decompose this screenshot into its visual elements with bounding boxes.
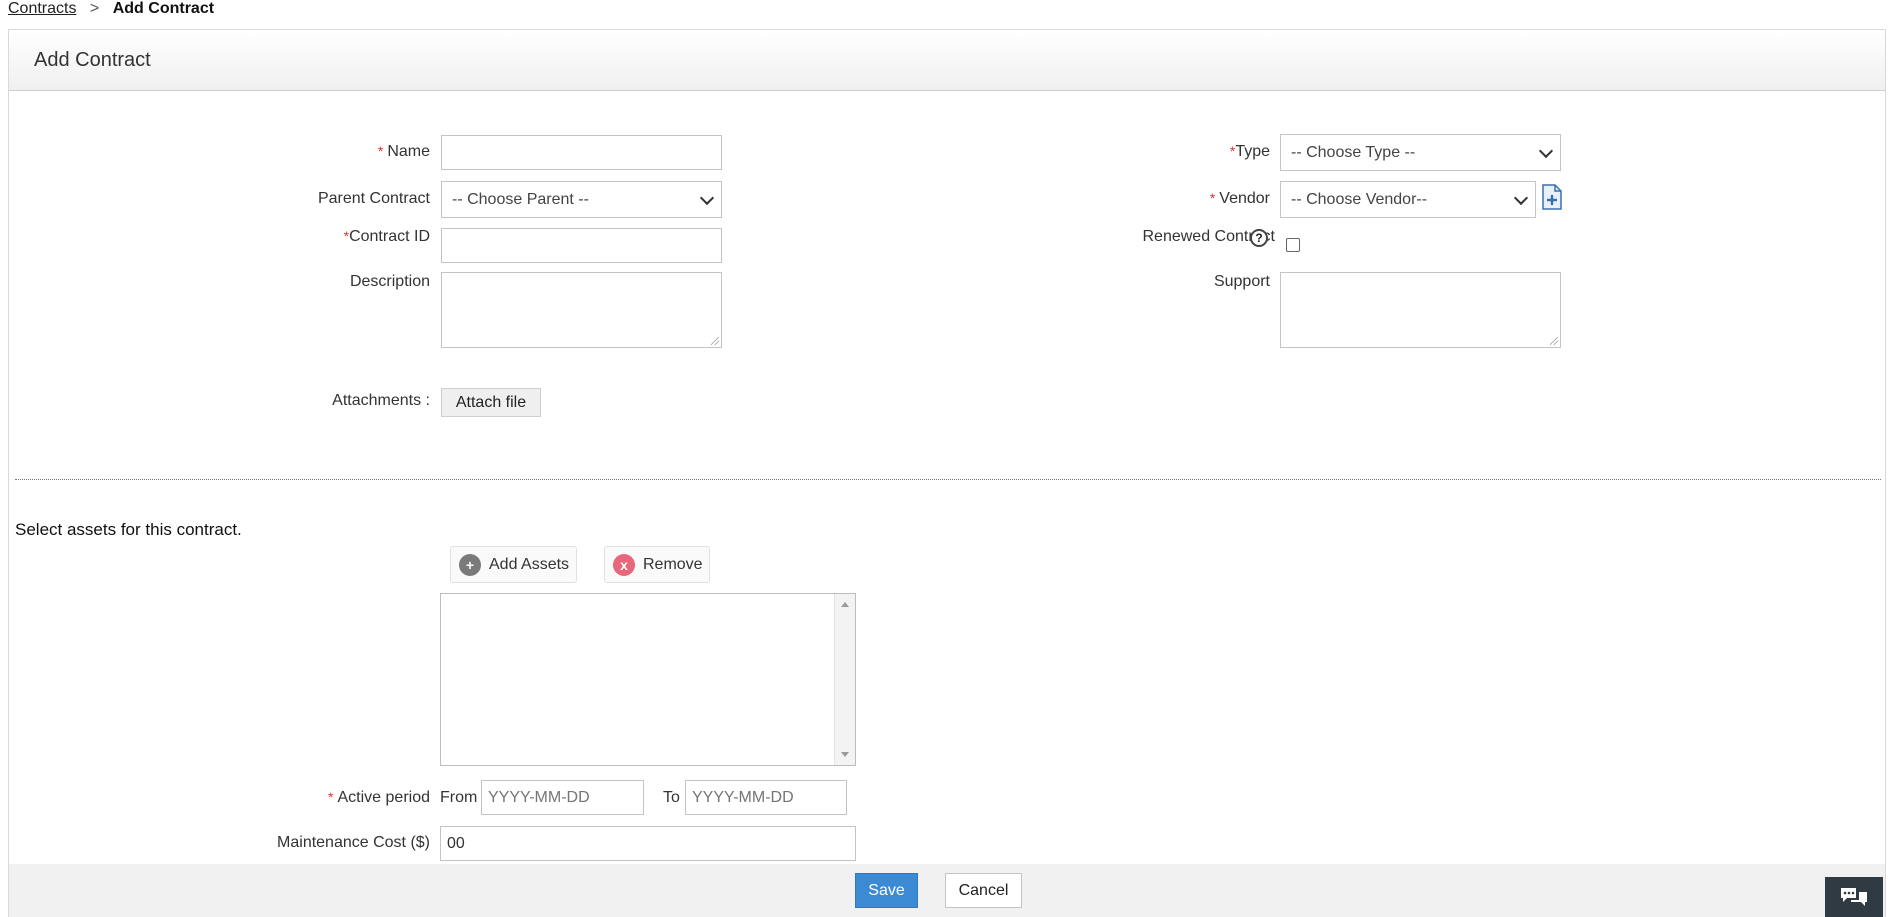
- resize-handle-icon[interactable]: [711, 337, 719, 345]
- breadcrumb-current: Add Contract: [112, 0, 215, 17]
- description-label: Description: [349, 273, 430, 290]
- breadcrumb-contracts-link[interactable]: Contracts: [8, 0, 76, 17]
- add-assets-label: Add Assets: [489, 555, 570, 573]
- scroll-down-icon[interactable]: [841, 752, 849, 757]
- cancel-button[interactable]: Cancel: [945, 873, 1022, 908]
- vendor-select[interactable]: -- Choose Vendor--: [1280, 181, 1536, 218]
- chat-icon[interactable]: [1825, 877, 1883, 917]
- attachments-label: Attachments :: [332, 392, 430, 409]
- required-marker: *: [377, 143, 384, 159]
- assets-listbox[interactable]: [440, 593, 856, 766]
- remove-label: Remove: [643, 555, 703, 573]
- contract-id-label: *Contract ID: [343, 228, 430, 245]
- remove-icon: x: [613, 553, 635, 576]
- name-input[interactable]: [441, 135, 722, 170]
- maintenance-cost-label: Maintenance Cost ($): [277, 834, 430, 851]
- remove-assets-button[interactable]: x Remove: [604, 546, 710, 583]
- resize-handle-icon[interactable]: [1550, 337, 1558, 345]
- breadcrumb-separator: >: [89, 0, 100, 17]
- scroll-up-icon[interactable]: [841, 602, 849, 607]
- maintenance-cost-input[interactable]: [440, 826, 856, 861]
- chevron-down-icon: [699, 190, 715, 205]
- from-label: From: [440, 789, 478, 806]
- plus-icon: +: [459, 553, 481, 576]
- from-date-input[interactable]: [481, 780, 644, 815]
- contract-id-input[interactable]: [441, 228, 722, 263]
- add-assets-button[interactable]: + Add Assets: [450, 546, 577, 583]
- page-title: Add Contract: [34, 49, 151, 71]
- breadcrumb: Contracts > Add Contract: [8, 0, 214, 18]
- required-marker: *: [1209, 190, 1216, 206]
- name-label: * Name: [377, 143, 430, 160]
- to-date-input[interactable]: [685, 780, 847, 815]
- support-textarea[interactable]: [1280, 272, 1561, 348]
- type-select[interactable]: -- Choose Type --: [1280, 134, 1561, 171]
- parent-contract-label: Parent Contract: [317, 190, 430, 207]
- chevron-down-icon: [1513, 190, 1529, 205]
- help-icon[interactable]: ?: [1250, 229, 1268, 247]
- renewed-contract-checkbox[interactable]: [1286, 238, 1300, 252]
- parent-contract-select[interactable]: -- Choose Parent --: [441, 181, 722, 218]
- panel-header: [9, 30, 1885, 91]
- listbox-scrollbar[interactable]: [834, 594, 855, 765]
- assets-section-title: Select assets for this contract.: [15, 520, 242, 539]
- add-vendor-icon[interactable]: [1541, 184, 1563, 210]
- attach-file-button[interactable]: Attach file: [441, 388, 541, 417]
- vendor-label: * Vendor: [1209, 190, 1270, 207]
- form-panel: [8, 29, 1886, 917]
- support-label: Support: [1213, 273, 1270, 290]
- required-marker: *: [328, 789, 334, 805]
- section-divider: [15, 479, 1881, 480]
- save-button[interactable]: Save: [855, 873, 918, 908]
- to-label: To: [663, 789, 680, 806]
- chevron-down-icon: [1538, 143, 1554, 158]
- active-period-label: * Active period: [328, 789, 430, 806]
- description-textarea[interactable]: [441, 272, 722, 348]
- type-label: *Type: [1229, 143, 1270, 160]
